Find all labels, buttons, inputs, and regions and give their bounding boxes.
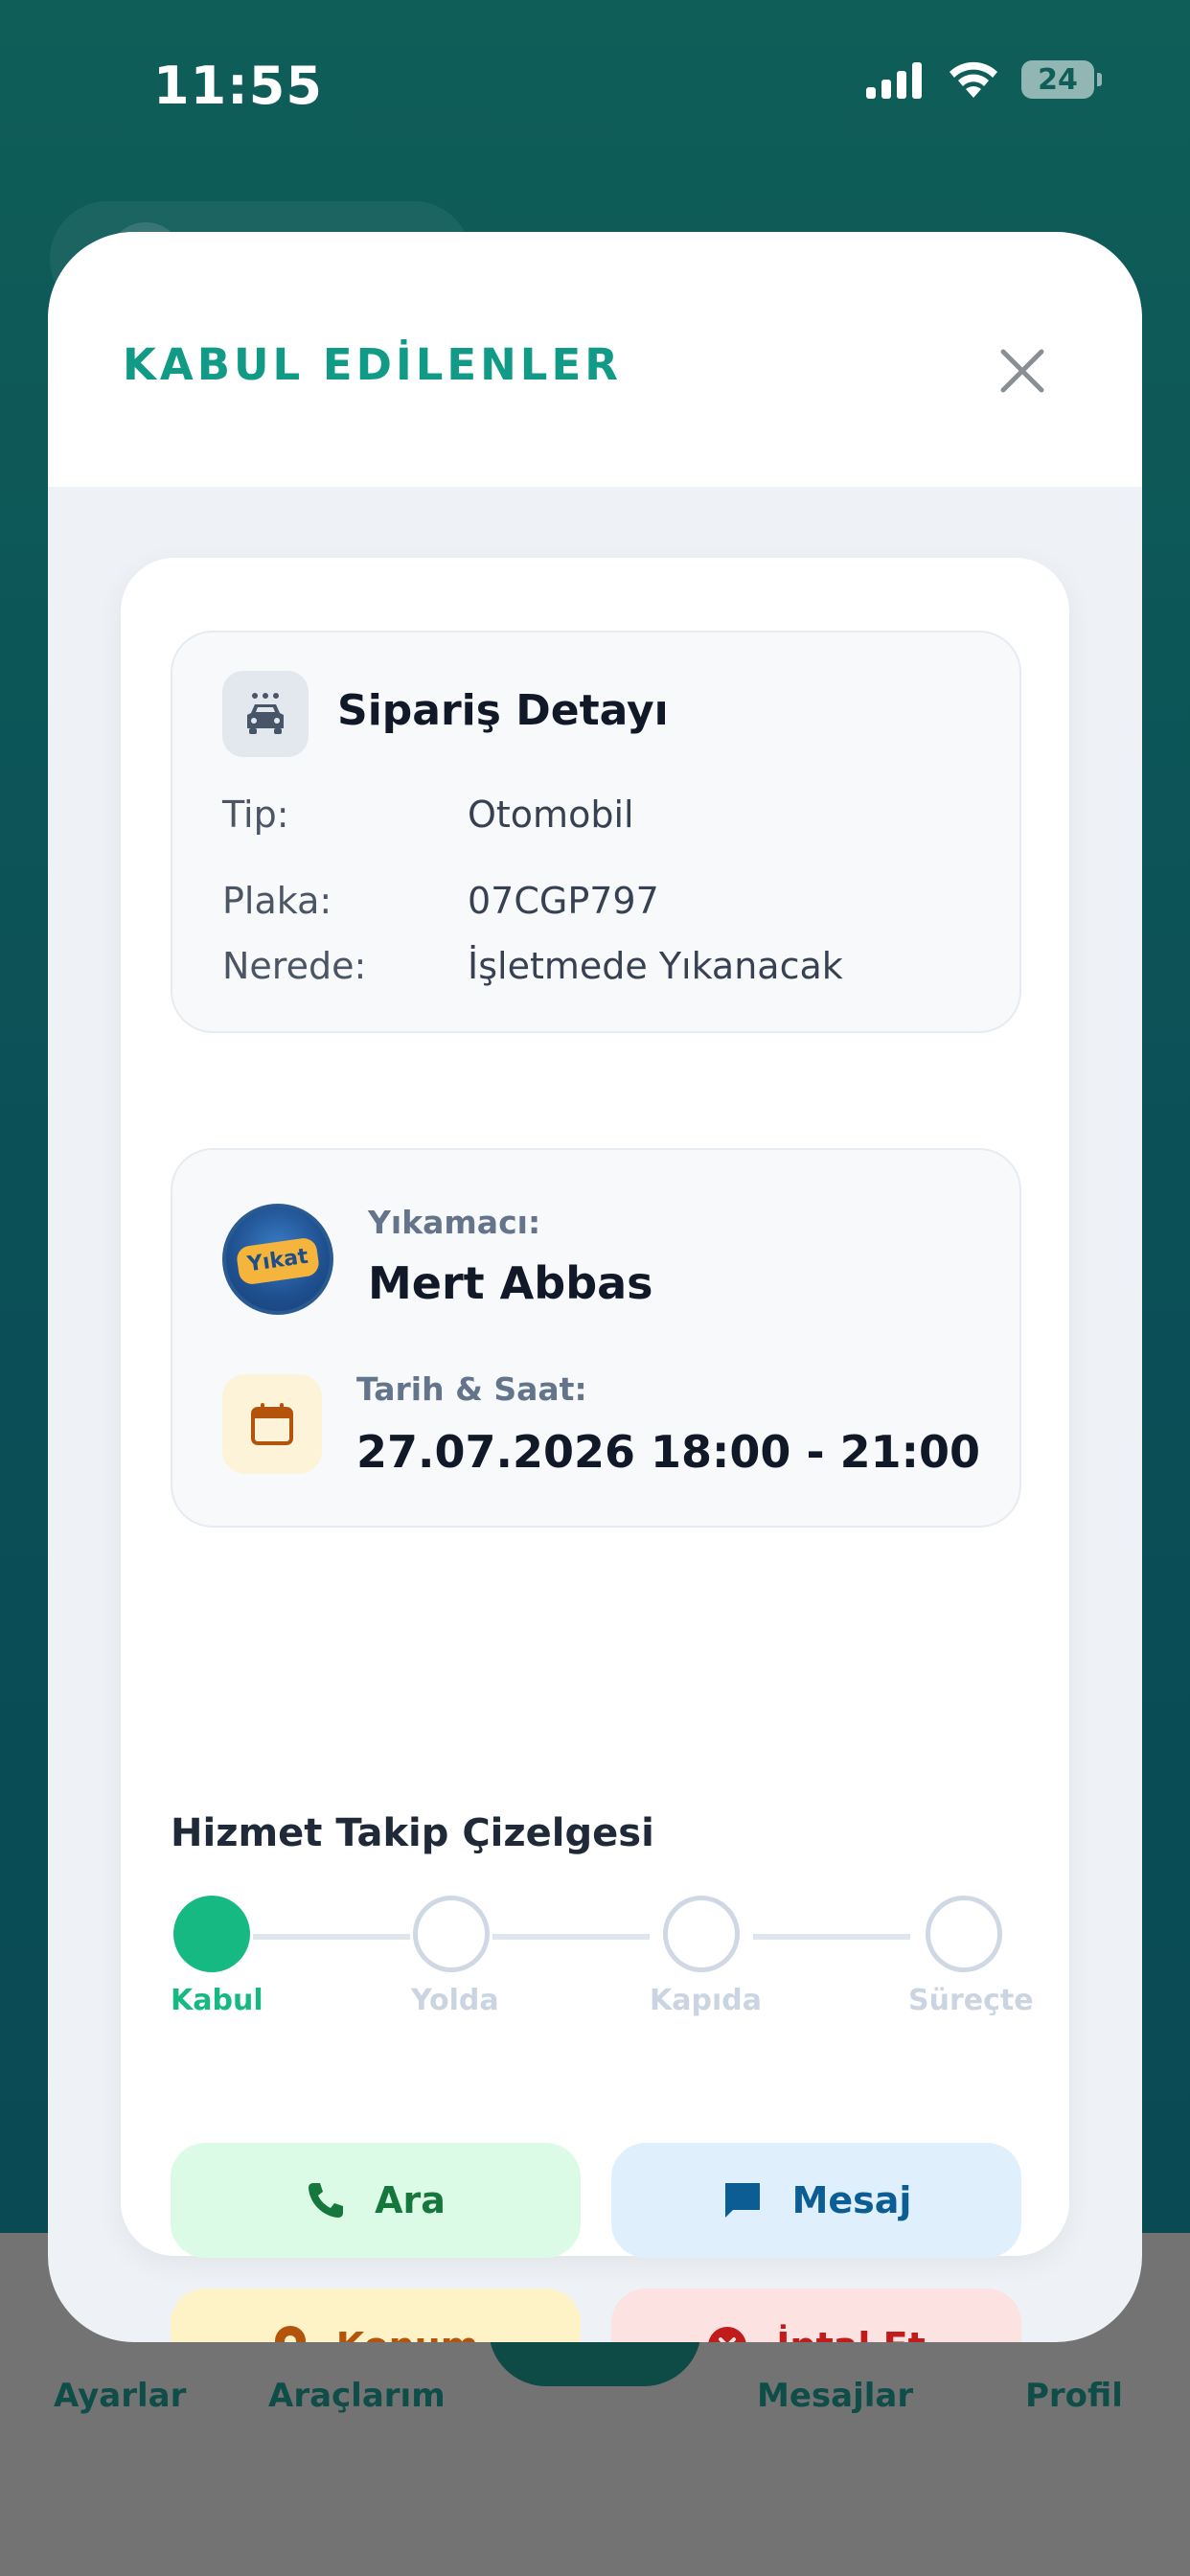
location-type-label: Nerede: — [222, 945, 367, 987]
step-connector — [753, 1934, 910, 1940]
call-button[interactable]: Ara — [171, 2143, 581, 2258]
step-label-kabul: Kabul — [171, 1984, 263, 2017]
washer-avatar: Yıkat — [222, 1204, 333, 1315]
calendar-icon-wrap — [222, 1374, 322, 1474]
cancel-icon — [708, 2327, 746, 2342]
step-connector — [492, 1934, 650, 1940]
order-details-box: Sipariş Detayı Tip: Otomobil Plaka: 07CG… — [171, 631, 1021, 1033]
step-label-surecte: Süreçte — [908, 1984, 1034, 2017]
step-dot-surecte — [926, 1896, 1002, 1972]
location-type-value: İşletmede Yıkanacak — [468, 945, 843, 987]
location-button-label: Konum — [336, 2325, 479, 2342]
step-connector — [253, 1934, 410, 1940]
status-icons: 24 — [864, 59, 1102, 100]
step-label-yolda: Yolda — [411, 1984, 499, 2017]
washer-info-box: Yıkat Yıkamacı: Mert Abbas Tarih & Saat:… — [171, 1148, 1021, 1528]
location-pin-icon — [274, 2326, 306, 2342]
step-dot-kabul — [173, 1896, 250, 1972]
plate-value: 07CGP797 — [468, 880, 659, 922]
type-label: Tip: — [222, 794, 289, 836]
washer-avatar-logo: Yıkat — [235, 1236, 321, 1286]
nav-item-ayarlar[interactable]: Ayarlar — [54, 2377, 186, 2415]
modal-header: KABUL EDİLENLER — [48, 232, 1142, 487]
accepted-orders-modal: KABUL EDİLENLER Sipariş Detayı Tip: Otom… — [48, 232, 1142, 2342]
phone-icon — [309, 2183, 344, 2218]
step-dot-kapida — [663, 1896, 740, 1972]
car-wash-icon — [247, 693, 284, 734]
cancel-order-button[interactable]: İptal Et — [611, 2288, 1021, 2342]
washer-name: Mert Abbas — [368, 1257, 653, 1309]
modal-title: KABUL EDİLENLER — [123, 339, 622, 390]
plate-label: Plaka: — [222, 880, 332, 922]
calendar-icon — [251, 1403, 293, 1445]
status-time: 11:55 — [153, 56, 323, 116]
tracking-title: Hizmet Takip Çizelgesi — [171, 1811, 654, 1855]
cellular-signal-icon — [866, 62, 922, 99]
type-value: Otomobil — [468, 794, 634, 836]
cancel-order-button-label: İptal Et — [776, 2325, 926, 2342]
nav-item-mesajlar[interactable]: Mesajlar — [757, 2377, 913, 2415]
car-wash-icon-wrap — [222, 671, 309, 757]
step-label-kapida: Kapıda — [650, 1984, 762, 2017]
step-dot-yolda — [413, 1896, 490, 1972]
close-button[interactable] — [989, 337, 1056, 404]
message-icon — [724, 2183, 760, 2218]
order-card: Sipariş Detayı Tip: Otomobil Plaka: 07CG… — [121, 558, 1069, 2342]
datetime-label: Tarih & Saat: — [356, 1370, 587, 1408]
close-icon — [1000, 349, 1044, 393]
location-button[interactable]: Konum — [171, 2288, 581, 2342]
battery-indicator: 24 — [1021, 60, 1102, 99]
order-details-title: Sipariş Detayı — [337, 686, 669, 735]
nav-item-profil[interactable]: Profil — [1025, 2377, 1123, 2415]
wifi-icon — [950, 61, 997, 98]
message-button[interactable]: Mesaj — [611, 2143, 1021, 2258]
washer-label: Yıkamacı: — [368, 1204, 541, 1241]
datetime-value: 27.07.2026 18:00 - 21:00 — [356, 1426, 980, 1478]
nav-item-araclarim[interactable]: Araçlarım — [268, 2377, 446, 2415]
call-button-label: Ara — [375, 2179, 446, 2221]
message-button-label: Mesaj — [791, 2179, 912, 2221]
